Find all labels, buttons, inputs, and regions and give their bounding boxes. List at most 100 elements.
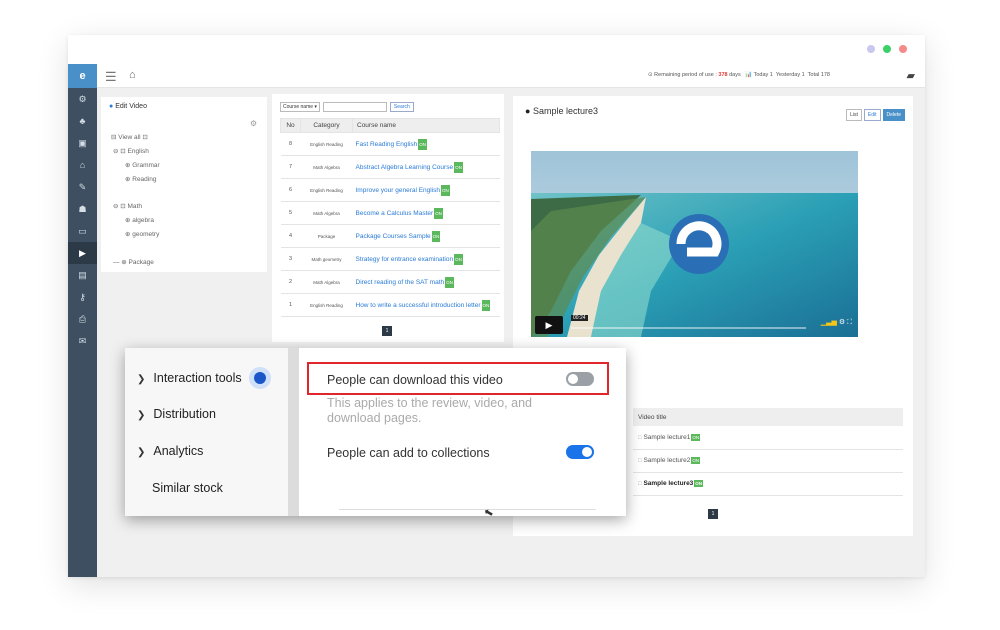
- cell-category: Math Algebra: [300, 155, 353, 179]
- settings-icon[interactable]: ⚙: [250, 119, 257, 128]
- window-dot-green[interactable]: [883, 45, 891, 53]
- cell-course-name[interactable]: Abstract Algebra Learning Course ON: [352, 155, 500, 179]
- course-link[interactable]: Abstract Algebra Learning Course: [356, 164, 454, 171]
- table-row[interactable]: 5 Math Algebra Become a Calculus Master ON: [280, 201, 500, 225]
- on-badge: ON: [418, 138, 428, 150]
- course-link[interactable]: Fast Reading English: [356, 141, 418, 148]
- tree-item-math[interactable]: ⊖ ⊡ Math: [113, 202, 142, 210]
- cell-course-name[interactable]: Direct reading of the SAT math ON: [352, 270, 500, 294]
- video-row-title[interactable]: Sample lecture2: [643, 457, 690, 464]
- hamburger-menu-icon[interactable]: ☰: [105, 69, 117, 85]
- download-toggle[interactable]: [566, 372, 594, 386]
- menu-item-analytics[interactable]: ❯ Analytics: [137, 444, 203, 458]
- download-setting-label: People can download this video: [327, 373, 503, 387]
- selected-radio-indicator[interactable]: [249, 367, 271, 389]
- menu-item-distribution[interactable]: ❯ Distribution: [137, 407, 216, 421]
- video-pagination-page[interactable]: 1: [708, 509, 718, 519]
- column-header-video-title[interactable]: Video title: [633, 408, 903, 426]
- tree-item-view-all[interactable]: ⊟ View all ⊡: [111, 133, 148, 141]
- sitemap-icon[interactable]: ♣: [68, 110, 97, 132]
- bus-icon[interactable]: ▤: [68, 264, 97, 286]
- tree-item-package[interactable]: — ⊕ Package: [113, 258, 154, 266]
- list-button[interactable]: List: [846, 109, 862, 121]
- download-setting-description: This applies to the review, video, and d…: [327, 396, 532, 425]
- window-dot-purple[interactable]: [867, 45, 875, 53]
- table-row[interactable]: 4 Package Package Courses Sample ON: [280, 224, 500, 248]
- settings-menu: ❯ Interaction tools ❯ Distribution ❯ Analyt…: [125, 348, 288, 516]
- chevron-right-icon: ❯: [137, 374, 146, 385]
- printer-icon[interactable]: ⎙: [68, 308, 97, 330]
- tree-item-english[interactable]: ⊖ ⊡ English: [113, 147, 149, 155]
- play-button[interactable]: ▶: [535, 316, 563, 334]
- search-input[interactable]: [322, 102, 387, 112]
- gear-icon[interactable]: ⚙: [68, 88, 97, 110]
- cell-no: 5: [280, 201, 301, 225]
- video-actions: List Edit Delete: [846, 109, 905, 121]
- usage-stats: ⊙ Remaining period of use : 378 days 📊 T…: [648, 72, 830, 78]
- pagination-page[interactable]: 1: [382, 326, 392, 336]
- on-badge: ON: [691, 456, 701, 464]
- delete-button[interactable]: Delete: [882, 109, 905, 121]
- table-row[interactable]: □ Sample lecture1 ON: [633, 426, 903, 450]
- tree-item-grammar[interactable]: ⊕ Grammar: [125, 161, 160, 169]
- tree-item-geometry[interactable]: ⊕ geometry: [125, 230, 159, 238]
- table-row[interactable]: 7 Math Algebra Abstract Algebra Learning C…: [280, 155, 500, 179]
- cell-course-name[interactable]: Package Courses Sample ON: [352, 224, 500, 248]
- video-player[interactable]: ▶ 00:24 ▁▃▅ ⚙ ⛶: [531, 151, 858, 337]
- visits-today: 📊 Today 1: [745, 72, 773, 78]
- video-progress-bar[interactable]: [571, 327, 806, 329]
- book-icon[interactable]: ▰: [907, 69, 915, 82]
- menu-item-similar-stock[interactable]: Similar stock: [152, 481, 223, 495]
- pencil-icon[interactable]: ✎: [68, 176, 97, 198]
- course-link[interactable]: Direct reading of the SAT math: [356, 279, 445, 286]
- cell-course-name[interactable]: Become a Calculus Master ON: [352, 201, 500, 225]
- table-row[interactable]: 1 English Reading How to write a successfu…: [280, 293, 500, 317]
- image-icon[interactable]: ▣: [68, 132, 97, 154]
- collections-toggle[interactable]: [566, 445, 594, 459]
- column-header-category[interactable]: Category: [300, 118, 353, 133]
- course-link[interactable]: How to write a successful introduction l…: [356, 302, 481, 309]
- users-icon[interactable]: ☗: [68, 198, 97, 220]
- chevron-right-icon: ❯: [137, 447, 146, 458]
- fullscreen-icon[interactable]: ⛶: [847, 319, 852, 326]
- app-logo[interactable]: e: [68, 64, 97, 88]
- cell-course-name[interactable]: Improve your general English ON: [352, 178, 500, 202]
- course-link[interactable]: Strategy for entrance examination: [356, 256, 454, 263]
- cell-course-name[interactable]: Fast Reading English ON: [352, 132, 500, 156]
- course-link[interactable]: Become a Calculus Master: [356, 210, 434, 217]
- key-icon[interactable]: ⚷: [68, 286, 97, 308]
- video-row-title[interactable]: Sample lecture3: [643, 480, 693, 487]
- visits-yesterday: Yesterday 1: [775, 72, 805, 78]
- on-badge: ON: [445, 276, 454, 288]
- tree-item-reading[interactable]: ⊕ Reading: [125, 175, 156, 183]
- settings-gear-icon[interactable]: ⚙: [839, 319, 845, 326]
- table-row[interactable]: 6 English Reading Improve your general Eng…: [280, 178, 500, 202]
- search-button[interactable]: Search: [389, 102, 414, 112]
- cell-course-name[interactable]: Strategy for entrance examination ON: [352, 247, 500, 271]
- home-icon[interactable]: ⌂: [129, 69, 136, 81]
- course-link[interactable]: Improve your general English: [356, 187, 441, 194]
- table-row[interactable]: □ Sample lecture3 ON: [633, 472, 903, 496]
- edit-button[interactable]: Edit: [863, 109, 881, 121]
- cell-course-name[interactable]: How to write a successful introduction l…: [352, 293, 500, 317]
- video-row-title[interactable]: Sample lecture1: [643, 434, 690, 441]
- table-row[interactable]: 3 Math geometry Strategy for entrance exam…: [280, 247, 500, 271]
- cell-category: Math geometry: [300, 247, 353, 271]
- table-row[interactable]: 2 Math Algebra Direct reading of the SAT m…: [280, 270, 500, 294]
- volume-icon[interactable]: ▁▃▅: [821, 319, 837, 326]
- column-header-no[interactable]: No: [280, 118, 301, 133]
- cell-category: English Reading: [300, 178, 353, 202]
- window-dot-red[interactable]: [899, 45, 907, 53]
- table-row[interactable]: □ Sample lecture2 ON: [633, 449, 903, 473]
- home-icon[interactable]: ⌂: [68, 154, 97, 176]
- tree-item-algebra[interactable]: ⊕ algebra: [125, 216, 154, 224]
- folder-icon[interactable]: ▭: [68, 220, 97, 242]
- mail-icon[interactable]: ✉: [68, 330, 97, 352]
- column-header-course-name[interactable]: Course name: [352, 118, 500, 133]
- course-link[interactable]: Package Courses Sample: [356, 233, 431, 240]
- video-icon[interactable]: ▶: [68, 242, 97, 264]
- cell-no: 7: [280, 155, 301, 179]
- table-row[interactable]: 8 English Reading Fast Reading English ON: [280, 132, 500, 156]
- search-field-select[interactable]: Course name ▾: [280, 102, 320, 112]
- menu-item-interaction-tools[interactable]: ❯ Interaction tools: [137, 371, 242, 385]
